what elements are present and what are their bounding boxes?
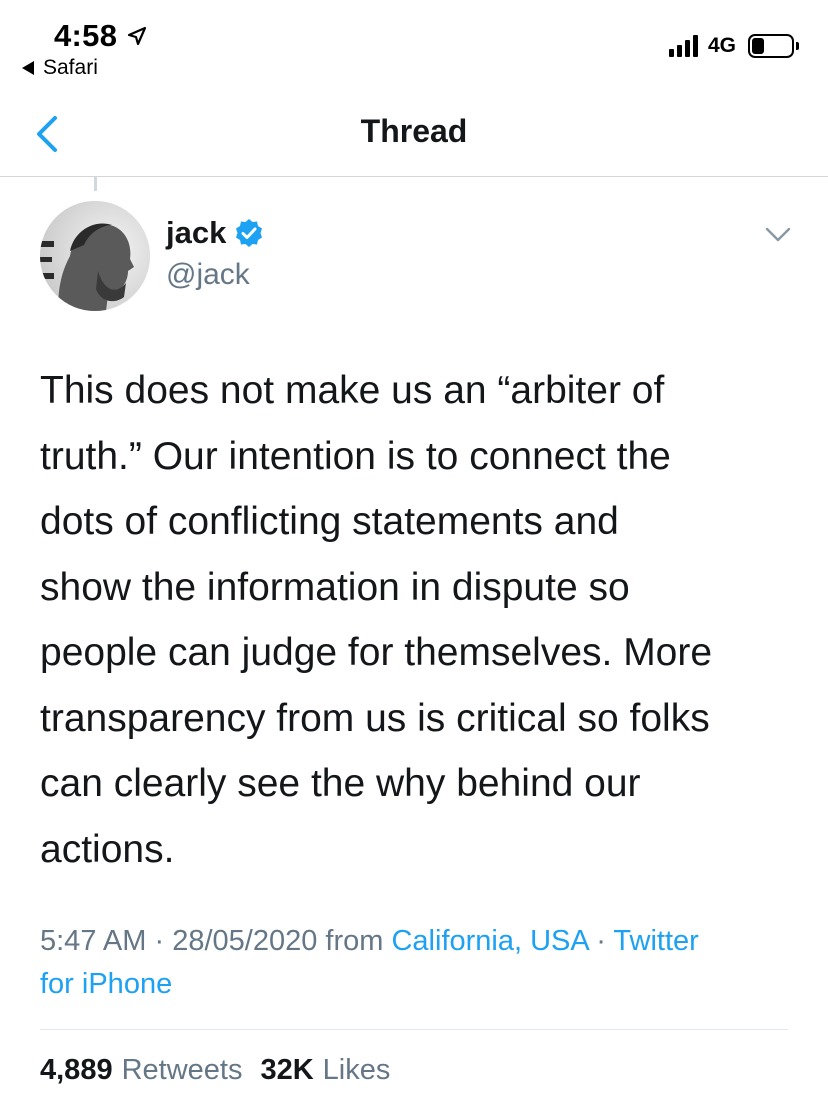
- likes-count[interactable]: 32K: [260, 1054, 313, 1087]
- from-label: from: [325, 925, 384, 957]
- status-indicators: 4G: [668, 34, 799, 58]
- page-title: Thread: [360, 113, 468, 149]
- tweet-text-line: show the information in dispute so: [40, 565, 630, 609]
- author-name-row[interactable]: jack: [166, 215, 264, 251]
- tweet-text-line: truth.” Our intention is to connect the: [40, 434, 671, 478]
- tweet-text-line: people can judge for themselves. More: [40, 631, 713, 674]
- tweet-time: 5:47 AM: [40, 925, 147, 957]
- chevron-down-icon: [764, 226, 792, 249]
- thread-screen: 4:58 Safari 4G Thread jack @jack This do…: [0, 0, 828, 1102]
- thread-connector-line: [94, 177, 97, 191]
- meta-separator: ·: [154, 925, 165, 957]
- likes-label[interactable]: Likes: [323, 1054, 391, 1087]
- stats-divider: [40, 1029, 788, 1030]
- meta-separator: ·: [596, 925, 606, 957]
- display-name[interactable]: jack: [166, 215, 226, 251]
- avatar[interactable]: [40, 201, 150, 311]
- status-time-text: 4:58: [54, 18, 118, 53]
- cellular-signal-icon: [668, 35, 698, 57]
- network-type: 4G: [707, 34, 736, 57]
- tweet-date: 28/05/2020: [172, 925, 318, 957]
- author-handle[interactable]: @jack: [166, 258, 250, 292]
- location-arrow-icon: [127, 26, 147, 46]
- tweet-text-line: dots of conflicting statements and: [40, 500, 619, 543]
- nav-divider: [0, 176, 828, 177]
- tweet-meta-line-1: 5:47 AM · 28/05/2020 from California, US…: [40, 920, 800, 963]
- tweet-text-line: transparency from us is critical so folk…: [40, 696, 710, 740]
- tweet-text: This does not make us an “arbiter of tru…: [40, 358, 800, 882]
- retweets-count[interactable]: 4,889: [40, 1054, 113, 1087]
- tweet-stats: 4,889 Retweets 32K Likes: [40, 1054, 408, 1087]
- tweet-source-link-cont[interactable]: for iPhone: [40, 968, 172, 1000]
- tweet-more-button[interactable]: [764, 226, 792, 249]
- back-triangle-icon: [22, 61, 34, 75]
- avatar-photo: [40, 201, 150, 311]
- back-to-app-button[interactable]: Safari: [22, 56, 98, 80]
- tweet-meta: 5:47 AM · 28/05/2020 from California, US…: [40, 920, 800, 1006]
- tweet-meta-line-2: for iPhone: [40, 963, 800, 1006]
- retweets-label[interactable]: Retweets: [122, 1054, 243, 1087]
- back-app-label: Safari: [43, 56, 98, 79]
- tweet-text-line: can clearly see the why behind our: [40, 762, 641, 805]
- status-time: 4:58: [54, 18, 147, 54]
- battery-icon: [748, 34, 799, 58]
- verified-badge-icon: [234, 218, 264, 248]
- tweet-source-link[interactable]: Twitter: [613, 925, 698, 957]
- tweet-location-link[interactable]: California, USA: [391, 925, 588, 957]
- tweet-text-line: This does not make us an “arbiter of: [40, 369, 665, 412]
- tweet-text-line: actions.: [40, 827, 175, 871]
